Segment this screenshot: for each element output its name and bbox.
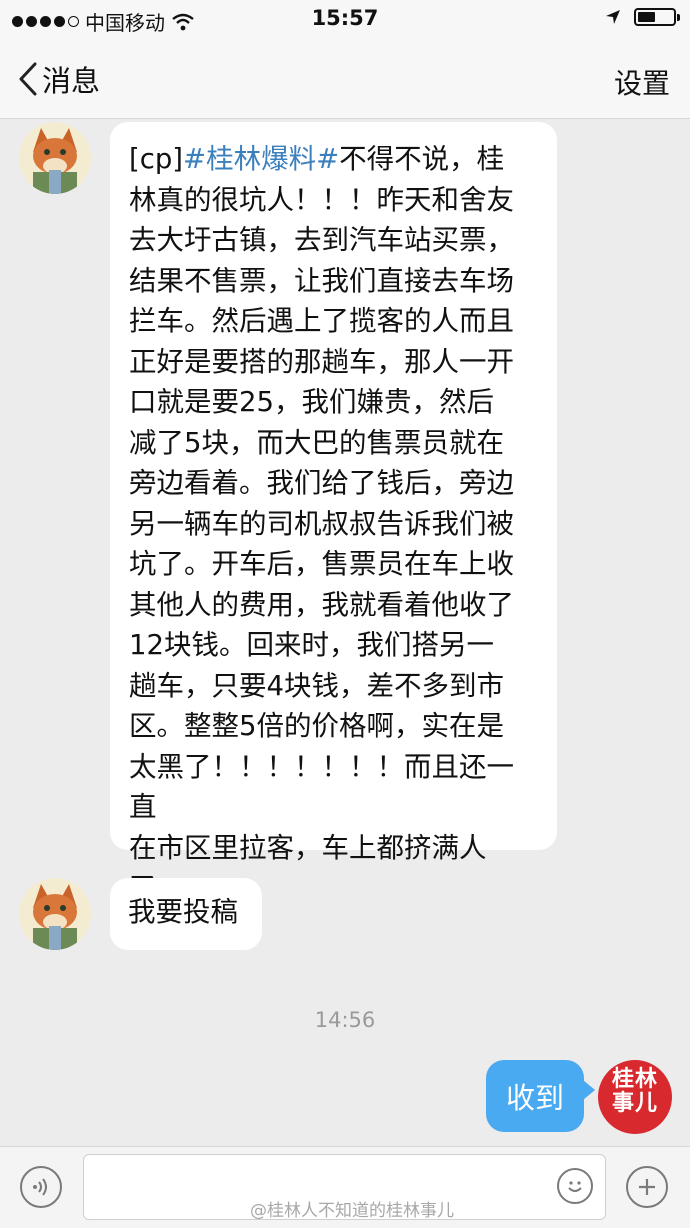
message-line: 另一辆车的司机叔叔告诉我们被: [129, 507, 514, 540]
fox-avatar-icon: [19, 878, 91, 950]
hashtag-link[interactable]: #桂林爆料#: [183, 143, 339, 175]
clock: 15:57: [311, 6, 379, 30]
chevron-left-icon: [19, 62, 37, 96]
message-line: 太黑了！！！！！！！而且还一直: [129, 750, 514, 824]
message-line: 去大圩古镇，去到汽车站买票，: [129, 224, 514, 256]
message-prefix: [cp]: [129, 143, 184, 175]
message-line: 结果不售票，让我们直接去车场: [129, 264, 514, 297]
back-label: 消息: [42, 64, 101, 98]
message-line: 趟车，只要4块钱，差不多到市: [129, 669, 504, 702]
message-line: 正好是要搭的那趟车，那人一开: [129, 345, 514, 378]
message-text: [cp]#桂林爆料#不得不说，桂 林真的很坑人！！！昨天和舍友 去大圩古镇，去到…: [129, 139, 541, 909]
message-line: 不得不说，桂: [339, 143, 505, 175]
brand-logo-line1: 桂林: [611, 1067, 658, 1092]
message-line: 拦车。然后遇上了揽客的人而且: [129, 305, 514, 337]
back-button[interactable]: 消息: [18, 58, 100, 100]
voice-button[interactable]: [20, 1166, 62, 1208]
message-line: 其他人的费用，我就看着他收了: [129, 588, 514, 621]
sender-avatar[interactable]: [19, 878, 91, 950]
message-text: 我要投稿: [128, 896, 238, 928]
watermark: @桂林人不知道的桂林事儿: [250, 1201, 454, 1221]
emoji-icon: [568, 1181, 582, 1192]
message-line: 坑了。开车后，售票员在车上收: [129, 548, 514, 580]
message-line: 减了5块，而大巴的售票员就在: [129, 426, 504, 459]
plus-icon: [639, 1179, 655, 1195]
settings-button[interactable]: 设置: [614, 62, 670, 102]
location-arrow-icon: [606, 10, 620, 24]
message-line: 林真的很坑人！！！昨天和舍友: [129, 183, 514, 216]
battery-icon: [634, 8, 680, 26]
status-right: [604, 8, 680, 26]
sender-avatar[interactable]: [19, 122, 91, 194]
message-line: 区。整整5倍的价格啊，实在是: [129, 710, 504, 742]
battery-fill: [638, 12, 655, 22]
message-line: 在市区里拉客，车上都挤满人: [129, 831, 487, 864]
message-line: 12块钱。回来时，我们搭另一: [129, 629, 494, 661]
emoji-button[interactable]: [557, 1168, 593, 1204]
message-bubble-received: 我要投稿: [110, 878, 262, 950]
message-line: 口就是要25，我们嫌贵，然后: [129, 386, 494, 418]
timestamp: 14:56: [314, 1008, 376, 1032]
fox-avatar-icon: [19, 122, 91, 194]
plus-button[interactable]: [626, 1166, 668, 1208]
message-line: 旁边看着。我们给了钱后，旁边: [129, 467, 514, 499]
message-bubble-received: [cp]#桂林爆料#不得不说，桂 林真的很坑人！！！昨天和舍友 去大圩古镇，去到…: [110, 122, 557, 904]
message-bubble-sent: 收到: [486, 1060, 584, 1132]
brand-logo-line2: 事儿: [611, 1091, 658, 1116]
bubble-tail: [583, 1080, 595, 1100]
nav-bar: 消息 设置: [0, 40, 690, 119]
message-text: 收到: [505, 1081, 564, 1115]
status-bar: 中国移动 15:57: [0, 0, 690, 40]
voice-icon: [33, 1178, 47, 1196]
own-avatar[interactable]: 桂林 事儿: [598, 1060, 672, 1134]
